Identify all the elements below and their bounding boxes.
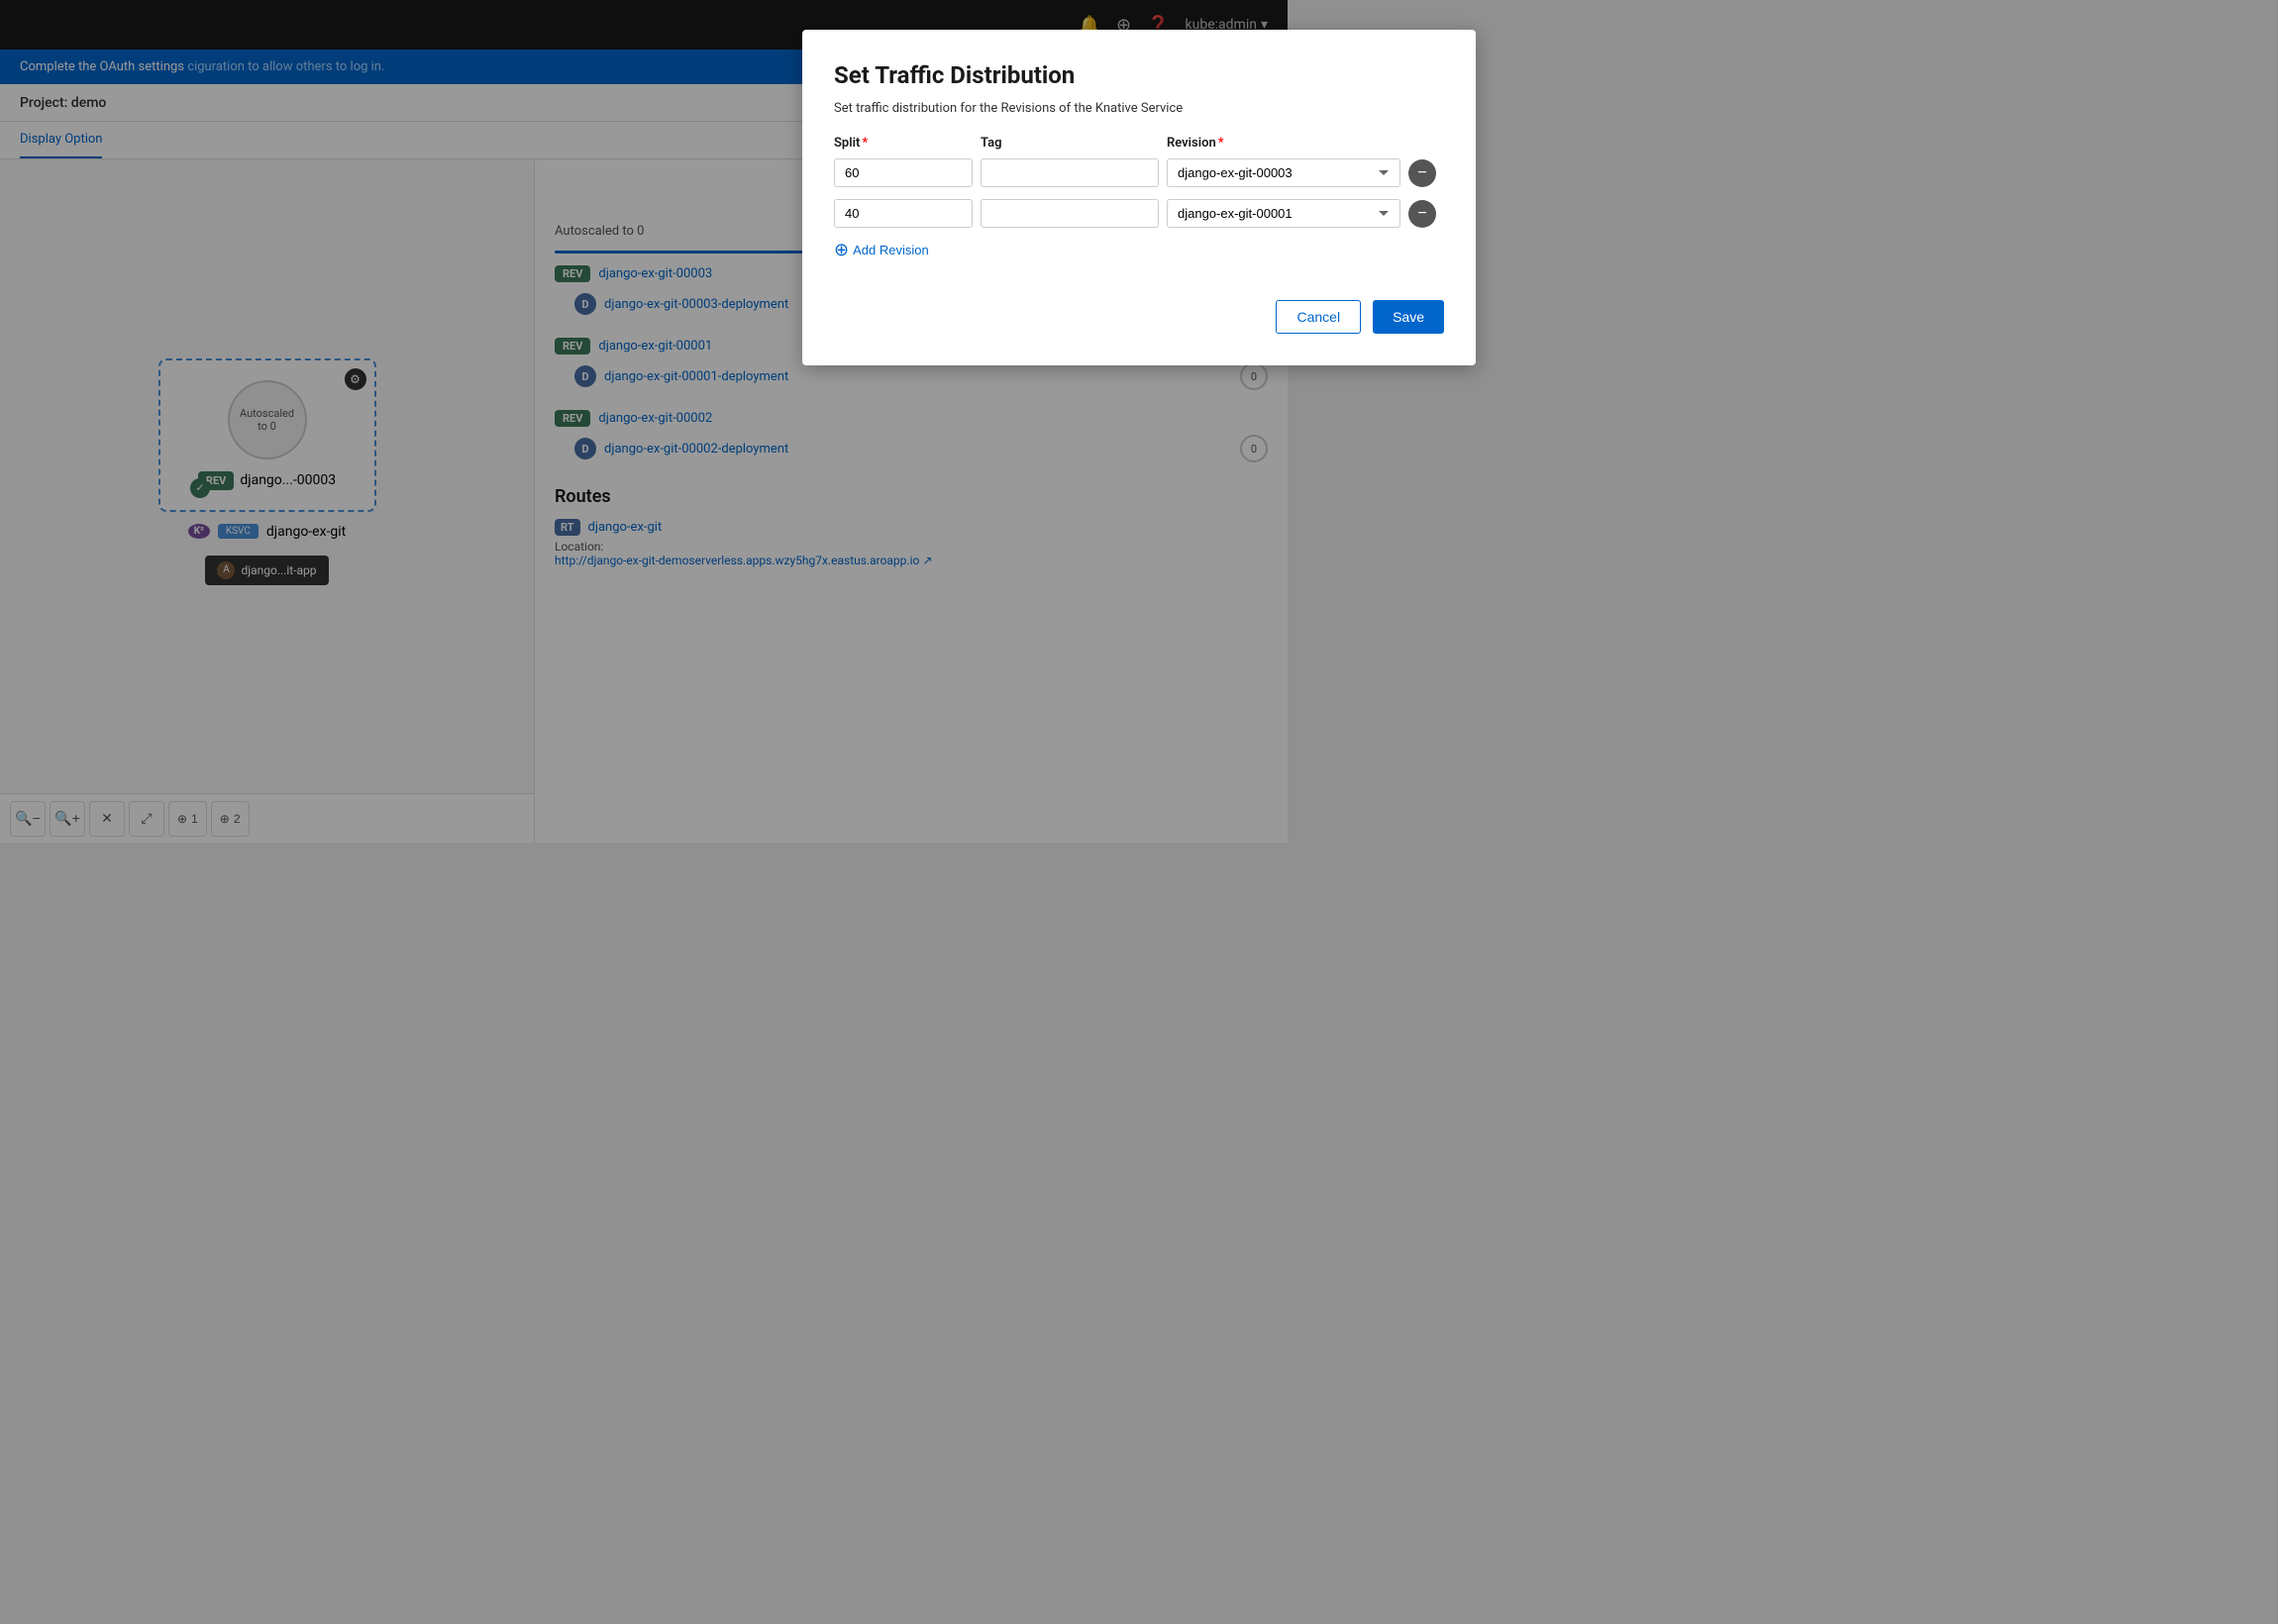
modal-title: Set Traffic Distribution — [834, 61, 1444, 89]
revision-select-2[interactable]: django-ex-git-00003 django-ex-git-00001 … — [1167, 199, 1400, 228]
save-button[interactable]: Save — [1373, 300, 1444, 334]
modal-overlay: Set Traffic Distribution Set traffic dis… — [0, 0, 2278, 1624]
remove-row-1-button[interactable]: − — [1408, 159, 1436, 187]
cancel-button[interactable]: Cancel — [1276, 300, 1361, 334]
revision-col-header: Revision* — [1167, 136, 1400, 151]
split-input-1[interactable] — [834, 158, 973, 187]
traffic-row-1: django-ex-git-00003 django-ex-git-00001 … — [834, 158, 1444, 187]
revision-select-1[interactable]: django-ex-git-00003 django-ex-git-00001 … — [1167, 158, 1400, 187]
split-col-header: Split* — [834, 136, 973, 151]
traffic-row-2: django-ex-git-00003 django-ex-git-00001 … — [834, 199, 1444, 228]
split-input-2[interactable] — [834, 199, 973, 228]
modal-description: Set traffic distribution for the Revisio… — [834, 101, 1444, 116]
modal-column-headers: Split* Tag Revision* — [834, 136, 1444, 151]
tag-col-header: Tag — [981, 136, 1159, 151]
set-traffic-modal: Set Traffic Distribution Set traffic dis… — [802, 30, 1476, 365]
tag-input-1[interactable] — [981, 158, 1159, 187]
remove-row-2-button[interactable]: − — [1408, 200, 1436, 228]
modal-footer: Cancel Save — [834, 300, 1444, 334]
add-icon: ⊕ — [834, 240, 849, 260]
tag-input-2[interactable] — [981, 199, 1159, 228]
add-revision-button[interactable]: ⊕ Add Revision — [834, 240, 929, 260]
